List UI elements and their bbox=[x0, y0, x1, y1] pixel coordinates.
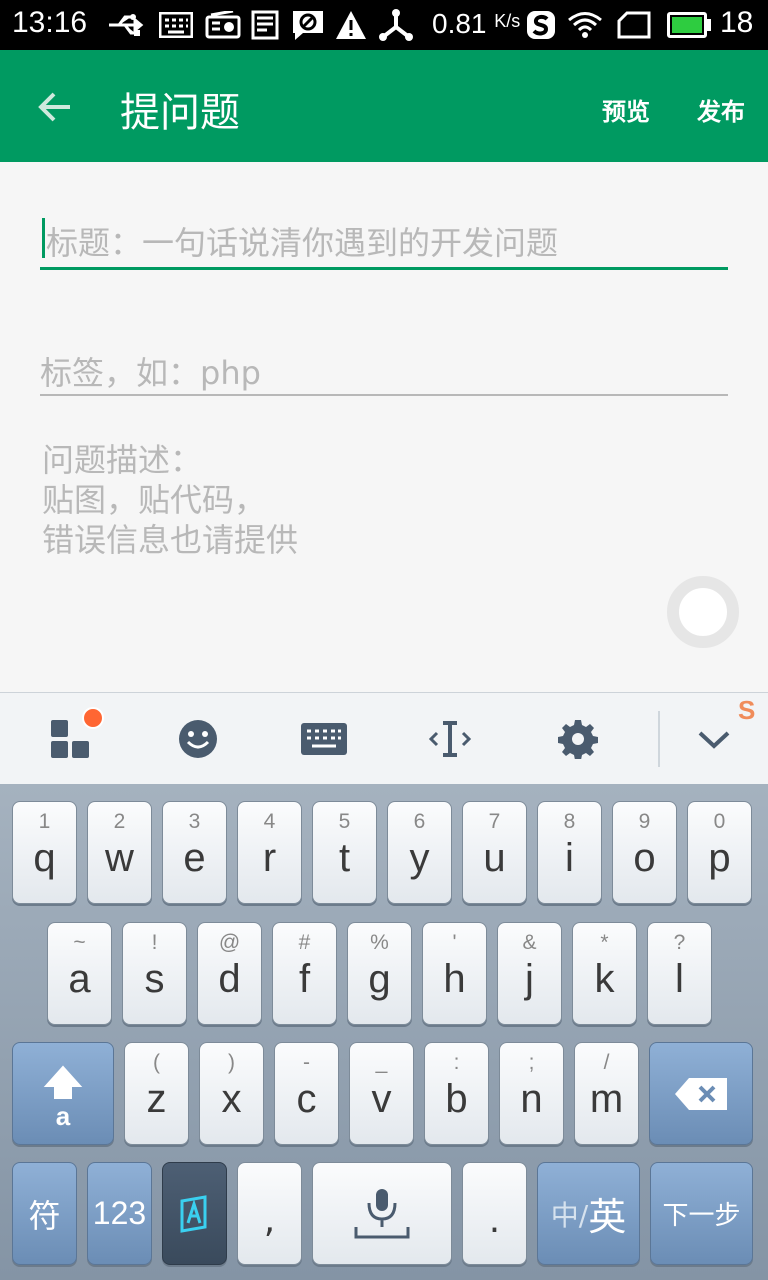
key-d[interactable]: @ d bbox=[197, 922, 262, 1025]
notification-dot bbox=[82, 707, 104, 729]
net-speed: 0.81 K/s bbox=[432, 8, 521, 39]
key-y[interactable]: 6y bbox=[387, 801, 452, 904]
key-o[interactable]: 9o bbox=[612, 801, 677, 904]
comma-key[interactable]: , bbox=[237, 1162, 302, 1265]
publish-button[interactable]: 发布 bbox=[697, 92, 745, 127]
sogou-status-icon bbox=[526, 8, 556, 42]
shift-key[interactable]: a bbox=[12, 1042, 114, 1145]
key-p[interactable]: 0p bbox=[687, 801, 752, 904]
backspace-key[interactable] bbox=[649, 1042, 753, 1145]
tags-placeholder: 标签，如：php bbox=[40, 354, 261, 392]
key-u[interactable]: 7u bbox=[462, 801, 527, 904]
ai-input-key[interactable] bbox=[162, 1162, 227, 1265]
blocked-message-icon bbox=[290, 8, 326, 42]
key-q[interactable]: 1q bbox=[12, 801, 77, 904]
title-input[interactable]: 标题：一句话说清你遇到的开发问题 bbox=[40, 210, 728, 270]
keyboard-toolbar bbox=[0, 692, 768, 784]
key-s[interactable]: ! s bbox=[122, 922, 187, 1025]
key-i[interactable]: 8i bbox=[537, 801, 602, 904]
back-arrow-icon bbox=[38, 92, 70, 122]
network-share-icon bbox=[378, 8, 414, 42]
app-bar: 提问题 预览 发布 bbox=[0, 50, 768, 162]
key-j[interactable]: & j bbox=[497, 922, 562, 1025]
key-g[interactable]: % g bbox=[347, 922, 412, 1025]
keyboard-switch-icon[interactable] bbox=[296, 711, 352, 767]
key-r[interactable]: 4r bbox=[237, 801, 302, 904]
key-t[interactable]: 5t bbox=[312, 801, 377, 904]
net-speed-unit: K/s bbox=[494, 11, 521, 31]
status-time: 13:16 bbox=[12, 6, 88, 39]
key-f[interactable]: # f bbox=[272, 922, 337, 1025]
language-switch-key[interactable]: 中/英 bbox=[537, 1162, 640, 1265]
status-bar: 13:16 0.81 K/s 18 bbox=[0, 0, 768, 50]
key-c[interactable]: -c bbox=[274, 1042, 339, 1145]
warning-icon bbox=[334, 8, 368, 42]
key-a[interactable]: ~ a bbox=[47, 922, 112, 1025]
battery-icon bbox=[667, 12, 707, 38]
page-title: 提问题 bbox=[120, 90, 240, 136]
text-caret bbox=[42, 218, 45, 258]
key-k[interactable]: * k bbox=[572, 922, 637, 1025]
sogou-logo-icon: S bbox=[738, 695, 756, 725]
key-n[interactable]: ; n bbox=[499, 1042, 564, 1145]
numbers-key[interactable]: 123 bbox=[87, 1162, 152, 1265]
description-placeholder: 问题描述： 贴图，贴代码， 错误信息也请提供 bbox=[42, 441, 299, 559]
keyboard-status-icon bbox=[158, 8, 194, 42]
next-step-key[interactable]: 下一步 bbox=[650, 1162, 753, 1265]
ai-assistant-icon bbox=[180, 1194, 206, 1233]
key-v[interactable]: _ v bbox=[349, 1042, 414, 1145]
preview-button[interactable]: 预览 bbox=[602, 92, 650, 127]
symbols-key[interactable]: 符 bbox=[12, 1162, 77, 1265]
key-h[interactable]: ' h bbox=[422, 922, 487, 1025]
space-voice-key[interactable] bbox=[312, 1162, 452, 1265]
key-w[interactable]: 2w bbox=[87, 801, 152, 904]
description-input[interactable]: 问题描述： 贴图，贴代码， 错误信息也请提供 bbox=[42, 440, 728, 660]
tags-input[interactable]: 标签，如：php bbox=[40, 340, 728, 396]
back-button[interactable] bbox=[30, 82, 80, 132]
emoji-icon[interactable] bbox=[170, 711, 226, 767]
key-e[interactable]: 3e bbox=[162, 801, 227, 904]
key-b[interactable]: :b bbox=[424, 1042, 489, 1145]
key-m[interactable]: / m bbox=[574, 1042, 639, 1145]
usb-icon bbox=[106, 8, 148, 42]
settings-gear-icon[interactable] bbox=[550, 711, 606, 767]
period-key[interactable]: . bbox=[462, 1162, 527, 1265]
lang-en-label: 英 bbox=[588, 1195, 627, 1239]
signal-icon bbox=[616, 8, 652, 42]
backspace-icon bbox=[675, 1077, 727, 1110]
document-icon bbox=[250, 8, 280, 42]
collapse-keyboard-icon[interactable] bbox=[686, 711, 742, 767]
key-z[interactable]: (z bbox=[124, 1042, 189, 1145]
key-x[interactable]: ) x bbox=[199, 1042, 264, 1145]
wifi-icon bbox=[566, 8, 604, 42]
title-placeholder: 标题：一句话说清你遇到的开发问题 bbox=[46, 224, 559, 262]
microphone-icon bbox=[354, 1188, 410, 1238]
battery-level: 18 bbox=[720, 6, 754, 39]
shift-letter: a bbox=[55, 1101, 71, 1131]
key-l[interactable]: ? l bbox=[647, 922, 712, 1025]
soft-keyboard: 1q 2w 3e 4r 5t 6y 7u 8i 9o 0p ~ a ! s @ d #… bbox=[0, 784, 768, 1280]
floating-assistive-button[interactable] bbox=[667, 576, 739, 648]
radio-icon bbox=[204, 8, 242, 42]
lang-zh-label: 中/ bbox=[550, 1198, 589, 1232]
cursor-move-icon[interactable] bbox=[422, 711, 478, 767]
